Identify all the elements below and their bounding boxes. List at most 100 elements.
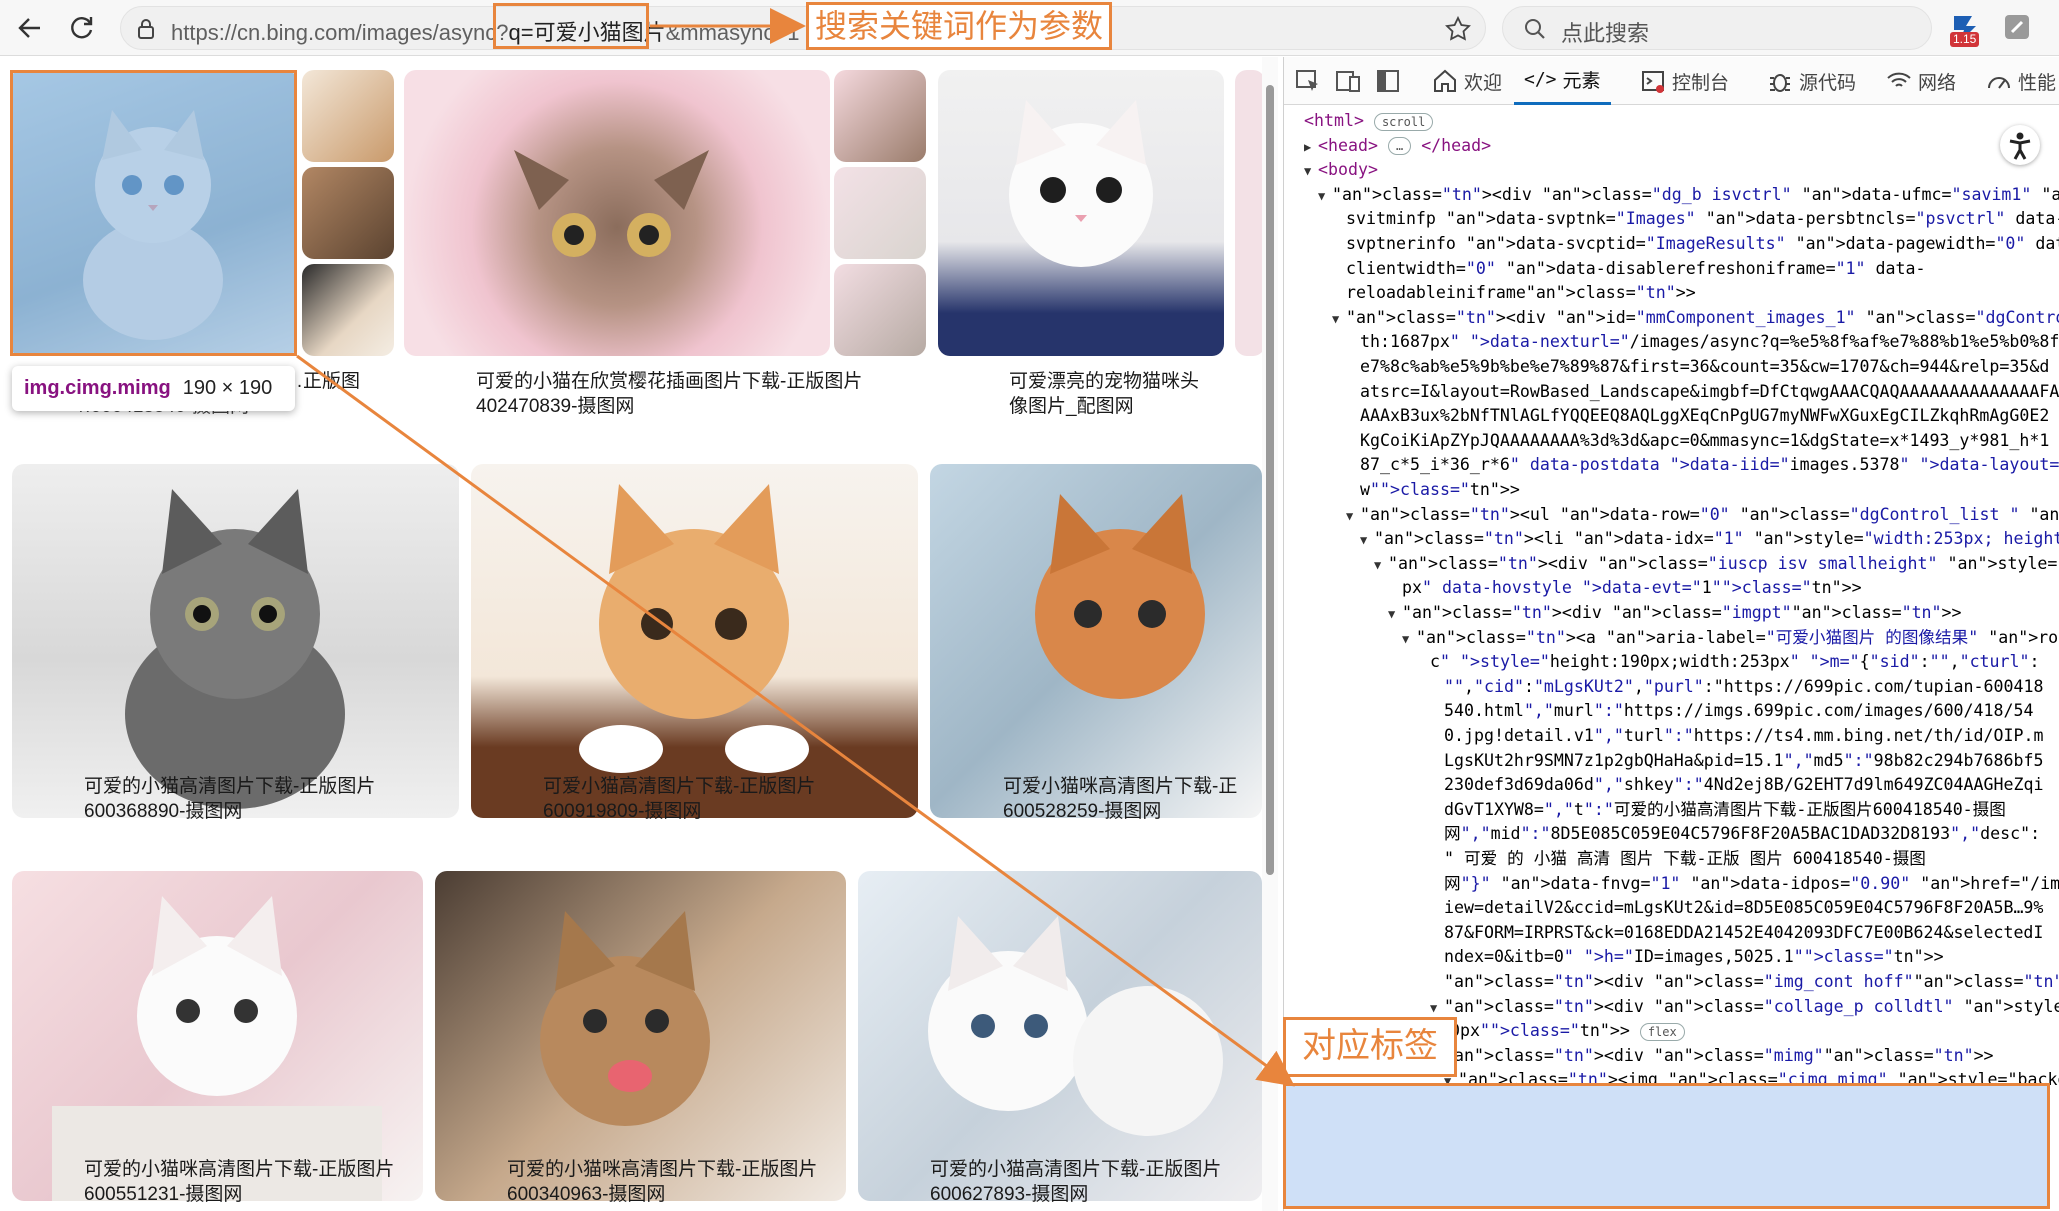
annotation-matching-tag: 对应标签 — [1283, 1017, 1457, 1077]
collage-cat-image[interactable] — [302, 264, 394, 356]
dom-tree-line[interactable]: reloadableiniframe"an">class="tn">> — [1332, 281, 1696, 306]
result-image-8[interactable] — [435, 871, 846, 1201]
tab-performance[interactable]: 性能 — [1986, 57, 2056, 105]
tab-sources-label: 源代码 — [1799, 72, 1857, 94]
tooltip-selector: img.cimg.mimg — [24, 377, 171, 399]
dom-tree-line[interactable]: atsrc=I&layout=RowBased_Landscape&imgbf=… — [1346, 380, 2059, 405]
result-image-3[interactable] — [938, 70, 1224, 356]
dom-tree-line[interactable]: iew=detailV2&ccid=mLgsKUt2&id=8D5E085C05… — [1430, 896, 2043, 921]
url-query-highlight — [493, 3, 649, 49]
element-hover-highlight — [10, 70, 297, 356]
scrollbar-thumb[interactable] — [1266, 85, 1274, 875]
selected-dom-node[interactable] — [1283, 1083, 2050, 1209]
collage-cat-image[interactable] — [834, 264, 926, 356]
flex-badge: flex — [1639, 1022, 1685, 1041]
result-image-9[interactable] — [858, 871, 1262, 1201]
dom-tree-line[interactable]: " 可爱 的 小猫 高清 图片 下载-正版 图片 600418540-摄图 — [1430, 847, 1926, 872]
tab-console[interactable]: 控制台 — [1640, 57, 1729, 105]
url-text[interactable]: https://cn.bing.com/images/async?q=可爱小猫图… — [171, 15, 799, 47]
extension-download-icon[interactable]: 1.15 — [1948, 12, 1982, 47]
annotation-query-param: 搜索关键词作为参数 — [806, 2, 1113, 50]
dom-tree-line[interactable]: e7%8c%ab%e5%9b%be%e7%89%87&first=36&coun… — [1346, 355, 2049, 380]
back-arrow-icon[interactable] — [10, 8, 50, 48]
tab-sources[interactable]: 源代码 — [1767, 57, 1856, 105]
collage-cat-image[interactable] — [834, 167, 926, 259]
element-inspect-tooltip: img.cimg.mimg 190 × 190 — [12, 366, 295, 411]
dom-tree-line[interactable]: ▼ "an">class="tn"><li "an">data-idx="1" "… — [1360, 527, 2059, 553]
results-scrollbar[interactable] — [1262, 57, 1278, 1211]
dom-tree-line[interactable]: 230def3d69da06d","shkey":"4Nd2ej8B/G2EHT… — [1430, 773, 2043, 798]
code-brackets-icon: </> — [1524, 69, 1557, 90]
dock-side-icon[interactable] — [1374, 67, 1402, 95]
collage-cat-image[interactable] — [834, 70, 926, 162]
dom-tree-line[interactable]: KgCoiKiApZYpJQAAAAAAAA%3d%3d&apc=0&mmasy… — [1346, 429, 2049, 454]
dom-tree-line[interactable]: ndex=0&itb=0" ">h="ID=images,5025.1"">cl… — [1430, 945, 1944, 970]
result-caption-6[interactable]: 可爱小猫咪高清图片下载-正 600528259-摄图网 — [1003, 774, 1237, 824]
dom-tree-line[interactable]: 0.jpg!detail.v1","turl":"https://ts4.mm.… — [1430, 724, 2043, 749]
result-caption-9[interactable]: 可爱的小猫高清图片下载-正版图片 600627893-摄图网 — [930, 1157, 1221, 1207]
dom-tree-line[interactable]: ▼ "an">class="tn"><a "an">aria-label="可爱小… — [1402, 626, 2059, 652]
inspect-element-icon[interactable] — [1294, 67, 1322, 95]
url-suffix: &mmasync=1 — [665, 20, 800, 45]
dom-tree-line[interactable]: svitminfp "an">data-svptnk="Images" "an"… — [1332, 207, 2059, 232]
refresh-icon[interactable] — [62, 8, 102, 48]
dom-tree-line[interactable]: w"">class="tn">> — [1346, 478, 1520, 503]
lock-icon[interactable] — [135, 17, 157, 45]
tooltip-dimensions: 190 × 190 — [182, 377, 273, 399]
browser-toolbar: https://cn.bing.com/images/async?q=可爱小猫图… — [0, 0, 2059, 56]
dom-tree-line[interactable]: "an">class="tn"><div "an">class="mimg""a… — [1430, 1044, 1994, 1069]
dom-tree-line[interactable]: "an">class="tn"><div "an">class="img_con… — [1430, 970, 2059, 995]
dom-tree-line[interactable]: dGvT1XYW8=","t":"可爱的小猫高清图片下载-正版图片6004185… — [1430, 798, 2006, 823]
collage-cat-image[interactable] — [302, 167, 394, 259]
home-icon — [1434, 69, 1456, 92]
result-image-5[interactable] — [471, 464, 918, 818]
result-caption-4[interactable]: 可爱的小猫高清图片下载-正版图片 600368890-摄图网 — [84, 774, 375, 824]
dom-node-html[interactable]: <html> scroll — [1304, 109, 1434, 134]
tab-welcome[interactable]: 欢迎 — [1432, 57, 1502, 105]
dom-tree-line[interactable]: ▼ "an">class="tn"><div "an">id="mmCompone… — [1332, 306, 2059, 332]
dom-tree-line[interactable]: AAAxB3ux%2bNfTNlAGLfYQQEEQ8AQLggXEqCnPgU… — [1346, 404, 2049, 429]
dom-tree-line[interactable]: svptnerinfo "an">data-svcptid="ImageResu… — [1332, 232, 2059, 257]
dom-node-head[interactable]: ▶ <head> … </head> — [1304, 134, 1491, 160]
result-caption-8[interactable]: 可爱的小猫咪高清图片下载-正版图片 600340963-摄图网 — [507, 1157, 817, 1207]
dom-tree-line[interactable]: ▼ "an">class="tn"><div "an">class="dg_b i… — [1318, 183, 2059, 209]
dom-tree-line[interactable]: "","cid":"mLgsKUt2","purl":"https://699p… — [1430, 675, 2043, 700]
dom-tree-line[interactable]: px" data-hovstyle ">data-evt="1"">class=… — [1388, 576, 1862, 601]
dom-tree-line[interactable]: LgsKUt2hr9SMN7z1p2gbQHaHa&pid=15.1","md5… — [1430, 749, 2043, 774]
scroll-badge: scroll — [1373, 112, 1434, 131]
dom-tree-line[interactable]: ▼ "an">class="tn"><div "an">class="collag… — [1430, 995, 2059, 1021]
collapsed-ellipsis: … — [1387, 137, 1412, 156]
device-emulation-icon[interactable] — [1334, 67, 1362, 95]
dom-tree-line[interactable]: ▼ "an">class="tn"><div "an">class="iuscp … — [1374, 552, 2059, 578]
dom-tree-line[interactable]: 540.html","murl":"https://imgs.699pic.co… — [1430, 699, 2033, 724]
tab-elements[interactable]: </> 元素 — [1514, 57, 1611, 105]
dom-tree-line[interactable]: ▼ "an">class="tn"><ul "an">data-row="0" "… — [1346, 503, 2059, 529]
dom-tree-line[interactable]: 网"}" "an">data-fnvg="1" "an">data-idpos=… — [1430, 872, 2059, 897]
bug-icon — [1770, 74, 1790, 92]
result-image-4[interactable] — [12, 464, 459, 818]
dom-tree-line[interactable]: clientwidth="0" "an">data-disablerefresh… — [1332, 257, 1926, 282]
web-search-box[interactable]: 点此搜索 — [1502, 6, 1932, 50]
dom-tree-line[interactable]: ▼ "an">class="tn"><div "an">class="imgpt"… — [1388, 601, 1962, 627]
result-image-6[interactable] — [930, 464, 1262, 818]
result-image-2[interactable] — [404, 70, 830, 356]
favorite-star-icon[interactable] — [1445, 15, 1471, 46]
dom-tree-line[interactable]: 87_c*5_i*36_r*6" data-postdata ">data-ii… — [1346, 453, 2059, 478]
dom-tree-line[interactable]: 87&FORM=IRPRST&ck=0168EDDA21452E4042093D… — [1430, 921, 2043, 946]
collage-cat-image[interactable] — [302, 70, 394, 162]
tab-welcome-label: 欢迎 — [1464, 72, 1503, 94]
result-caption-3[interactable]: 可爱漂亮的宠物猫咪头 像图片_配图网 — [1009, 369, 1199, 419]
extension-puzzle-icon[interactable] — [2002, 12, 2036, 46]
accessibility-icon[interactable] — [2000, 125, 2040, 165]
dom-tree-line[interactable]: c" ">style="height:190px;width:253px" ">… — [1416, 650, 2040, 675]
result-caption-2[interactable]: 可爱的小猫在欣赏樱花插画图片下载-正版图片 402470839-摄图网 — [476, 369, 862, 419]
result-caption-7[interactable]: 可爱的小猫咪高清图片下载-正版图片 600551231-摄图网 — [84, 1157, 394, 1207]
result-image-7[interactable] — [12, 871, 423, 1201]
result-image-partial[interactable] — [1235, 70, 1262, 356]
dom-node-body[interactable]: ▼ <body> — [1304, 158, 1378, 184]
dom-tree-line[interactable]: 网","mid":"8D5E085C059E04C5796F8F20A5BAC1… — [1430, 822, 2040, 847]
address-bar[interactable]: https://cn.bing.com/images/async?q=可爱小猫图… — [120, 6, 1486, 50]
tab-network[interactable]: 网络 — [1886, 57, 1956, 105]
dom-tree-line[interactable]: th:1687px" ">data-nexturl="/images/async… — [1346, 330, 2059, 355]
result-caption-5[interactable]: 可爱小猫高清图片下载-正版图片 600919809-摄图网 — [543, 774, 815, 824]
